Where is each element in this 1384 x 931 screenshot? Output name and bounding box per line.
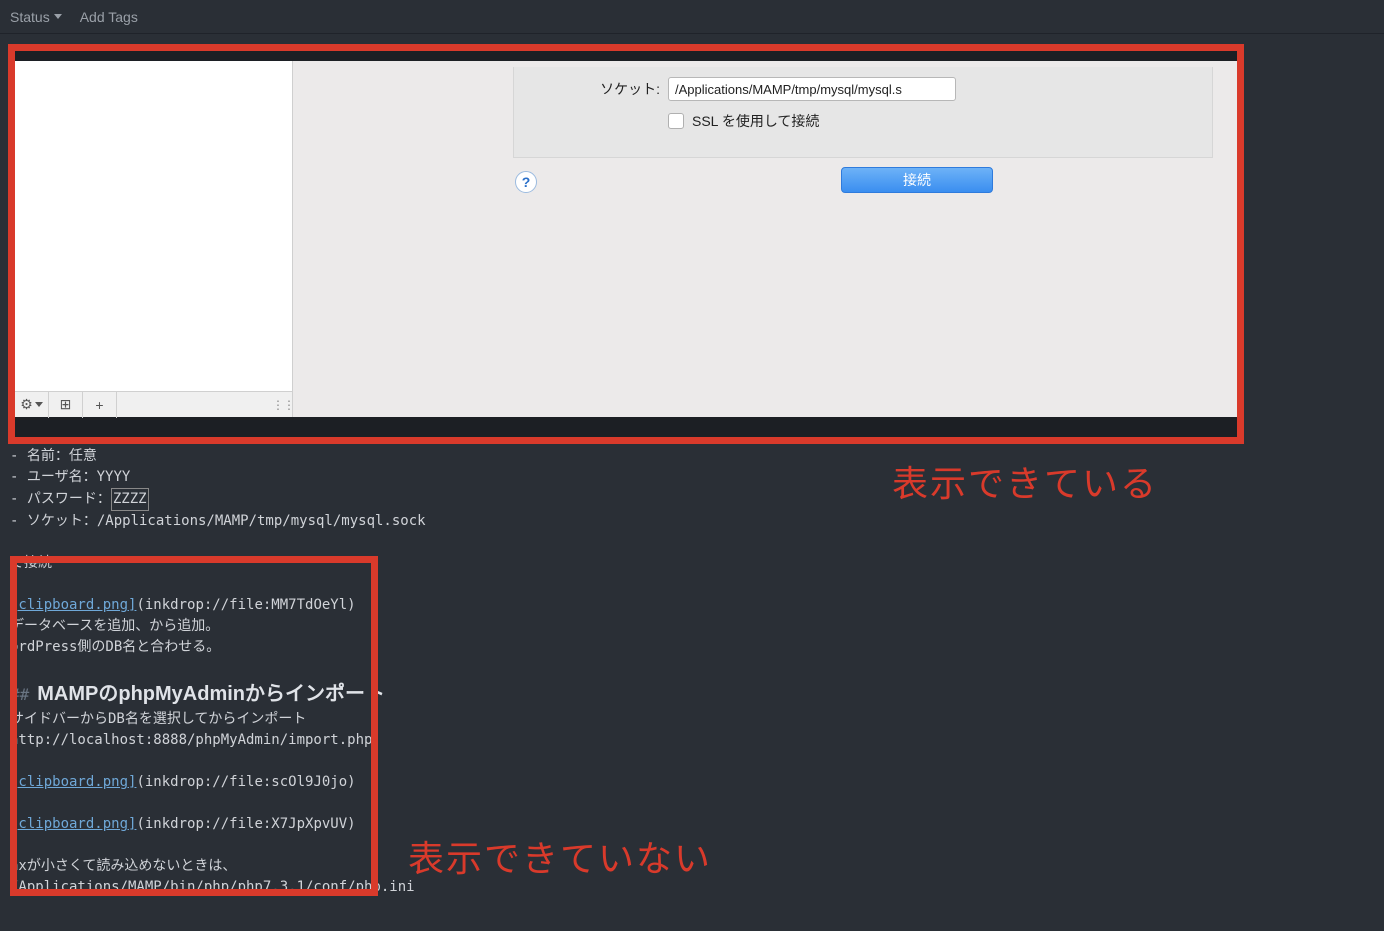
image-link[interactable]: [clipboard.png] [10, 597, 136, 613]
heading-text: MAMPのphpMyAdminからインポート [37, 684, 385, 705]
heading-line: ## MAMPのphpMyAdminからインポート [10, 684, 1364, 705]
add-tags-label: Add Tags [80, 9, 138, 25]
markdown-hash: ## [10, 684, 29, 705]
ssl-checkbox[interactable] [668, 113, 684, 129]
plus-icon[interactable]: + [83, 392, 117, 418]
ssl-label: SSL を使用して接続 [692, 111, 819, 131]
image-link-line: [clipboard.png](inkdrop://file:scOl9J0jo… [10, 772, 1364, 793]
text-line: で接続 [10, 553, 1364, 574]
add-tags-button[interactable]: Add Tags [80, 9, 138, 25]
url-line: http://localhost:8888/phpMyAdmin/import.… [10, 730, 1364, 751]
list-item: - ソケット：/Applications/MAMP/tmp/mysql/mysq… [10, 511, 1364, 532]
list-item: - ユーザ名：YYYY [10, 467, 1364, 488]
screenshot-displayed: ⚙ ⊞ + ⋮⋮⋮ ソケット: SSL を使用して接続 ? 接続 [8, 44, 1244, 444]
text-line: サイドバーからDB名を選択してからインポート [10, 709, 1364, 730]
list-item: - 名前：任意 [10, 446, 1364, 467]
socket-input[interactable] [668, 77, 956, 101]
caret-down-icon [54, 14, 62, 19]
gear-icon[interactable]: ⚙ [15, 392, 49, 418]
text-line: ordPress側のDB名と合わせる。 [10, 637, 1364, 658]
socket-label: ソケット: [530, 79, 660, 99]
resize-grip-icon[interactable]: ⋮⋮⋮ [272, 398, 286, 412]
connection-form: ソケット: SSL を使用して接続 [513, 67, 1213, 158]
topbar: Status Add Tags [0, 0, 1384, 34]
status-label: Status [10, 9, 50, 25]
image-link[interactable]: [clipboard.png] [10, 774, 136, 790]
annotation-not-displayed: 表示できていない [408, 830, 712, 882]
folder-add-icon[interactable]: ⊞ [49, 392, 83, 418]
image-link[interactable]: [clipboard.png] [10, 816, 136, 832]
mac-dialog: ⚙ ⊞ + ⋮⋮⋮ ソケット: SSL を使用して接続 ? 接続 [15, 61, 1237, 417]
dialog-sidebar: ⚙ ⊞ + ⋮⋮⋮ [15, 61, 293, 417]
image-link-line: [clipboard.png](inkdrop://file:MM7TdOeYl… [10, 595, 1364, 616]
caret-down-icon [35, 402, 43, 407]
text-line: データベースを追加、から追加。 [10, 616, 1364, 637]
connect-button[interactable]: 接続 [841, 167, 993, 193]
sidebar-footer: ⚙ ⊞ + ⋮⋮⋮ [15, 391, 292, 417]
help-button[interactable]: ? [515, 171, 537, 193]
list-item: - パスワード：ZZZZ [10, 488, 1364, 511]
status-dropdown[interactable]: Status [10, 9, 62, 25]
dialog-main: ソケット: SSL を使用して接続 ? 接続 [293, 61, 1237, 417]
